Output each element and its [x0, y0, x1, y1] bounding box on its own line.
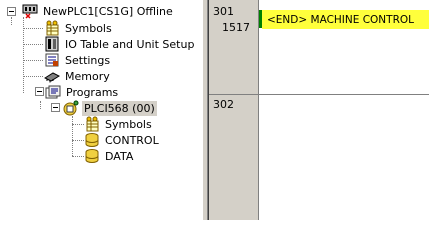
- tree-connector: [23, 44, 43, 45]
- tree-node-programs[interactable]: Programs: [45, 84, 120, 100]
- tree-node-label: Symbols: [65, 21, 112, 35]
- tree-node-label: DATA: [105, 149, 134, 163]
- tree-node-settings[interactable]: Settings: [44, 52, 112, 68]
- tree-node-program[interactable]: PLCI568 (00): [63, 100, 157, 116]
- tree-connector: [72, 124, 84, 125]
- section-icon: [85, 149, 99, 163]
- programs-folder-icon: [45, 85, 61, 99]
- rung-number: 302: [213, 98, 234, 111]
- end-instruction-label: <END> MACHINE CONTROL: [267, 13, 414, 26]
- tree-connector: [11, 17, 12, 25]
- tree-node-io-table[interactable]: IO Table and Unit Setup: [44, 36, 196, 52]
- plc-offline-icon: [22, 4, 38, 19]
- tree-node-label: IO Table and Unit Setup: [65, 37, 195, 51]
- tree-node-label: CONTROL: [105, 133, 159, 147]
- rung-divider: [209, 94, 429, 95]
- step-number: 1517: [222, 21, 250, 34]
- tree-connector: [23, 28, 43, 29]
- tree-node-section-control[interactable]: CONTROL: [84, 132, 161, 148]
- tree-node-section-data[interactable]: DATA: [84, 148, 135, 164]
- end-instruction[interactable]: <END> MACHINE CONTROL: [262, 10, 429, 29]
- collapse-program-button[interactable]: [51, 103, 60, 112]
- tree-connector: [40, 101, 41, 109]
- program-task-icon: [63, 100, 79, 116]
- ladder-diagram-area[interactable]: [259, 0, 429, 220]
- tree-node-symbols[interactable]: Symbols: [44, 20, 114, 36]
- tree-node-label: Symbols: [105, 117, 152, 131]
- rung-number: 301: [213, 5, 234, 18]
- tree-connector: [72, 156, 84, 157]
- tree-connector: [23, 76, 43, 77]
- tree-node-label: Programs: [66, 85, 119, 99]
- tree-node-memory[interactable]: Memory: [44, 68, 112, 84]
- settings-icon: [45, 53, 59, 67]
- tree-connector: [72, 116, 73, 156]
- tree-node-local-symbols[interactable]: Symbols: [84, 116, 154, 132]
- tree-node-label: NewPLC1[CS1G] Offline: [43, 4, 173, 18]
- local-symbols-icon: [86, 116, 99, 132]
- collapse-root-button[interactable]: [7, 7, 16, 16]
- tree-connector: [72, 140, 84, 141]
- tree-connector: [23, 60, 43, 61]
- tree-node-label: PLCI568 (00): [82, 100, 157, 116]
- tree-node-plc[interactable]: NewPLC1[CS1G] Offline: [22, 3, 175, 19]
- io-table-icon: [45, 36, 59, 52]
- tree-node-label: Memory: [65, 69, 110, 83]
- symbols-table-icon: [46, 20, 59, 36]
- section-icon: [85, 133, 99, 147]
- project-tree[interactable]: NewPLC1[CS1G] Offline Symbols IO Table a…: [0, 0, 202, 220]
- memory-icon: [44, 72, 60, 83]
- collapse-programs-button[interactable]: [35, 87, 44, 96]
- tree-node-label: Settings: [65, 53, 111, 67]
